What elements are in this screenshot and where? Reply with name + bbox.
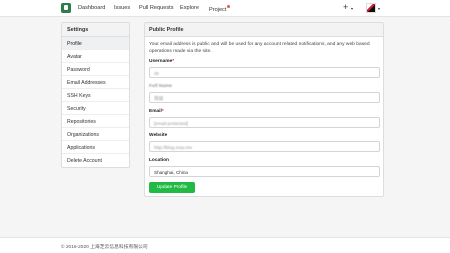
- fullname-label-text: Full Name: [149, 84, 172, 89]
- sidebar-item-avatar[interactable]: Avatar: [62, 50, 129, 63]
- sidebar-item-security[interactable]: Security: [62, 102, 129, 115]
- email-label: Email*: [149, 109, 164, 114]
- username-field[interactable]: zb: [149, 67, 380, 78]
- website-label: Website: [149, 133, 168, 138]
- public-profile-panel: Public Profile Your email address is pub…: [144, 22, 384, 197]
- footer: © 2016-2020 上海芝云信息科技有限公司: [0, 237, 450, 253]
- logo-icon[interactable]: [61, 3, 71, 13]
- email-field[interactable]: [email protected]: [149, 117, 380, 128]
- nav-project[interactable]: Project: [209, 5, 231, 13]
- sidebar-item-ssh-keys[interactable]: SSH Keys: [62, 89, 129, 102]
- create-plus-icon[interactable]: +: [343, 2, 348, 12]
- website-value: http://blog.zorp.me: [154, 145, 193, 150]
- fullname-field[interactable]: 周斌: [149, 92, 380, 103]
- email-required-mark: *: [161, 109, 164, 114]
- user-menu-caret-icon[interactable]: ▾: [378, 6, 380, 11]
- nav-dashboard[interactable]: Dashboard: [78, 5, 105, 11]
- update-profile-button[interactable]: Update Profile: [149, 182, 195, 193]
- email-label-text: Email: [149, 109, 162, 114]
- sidebar-item-delete-account[interactable]: Delete Account: [62, 154, 129, 167]
- location-label: Location: [149, 158, 169, 163]
- copyright-text: © 2016-2020 上海芝云信息科技有限公司: [61, 245, 148, 250]
- nav-issues[interactable]: Issues: [114, 5, 130, 11]
- required-mark: *: [172, 59, 175, 64]
- username-label-text: Username: [149, 59, 173, 64]
- sidebar-item-repositories[interactable]: Repositories: [62, 115, 129, 128]
- fullname-value: 周斌: [154, 96, 164, 101]
- nav-project-label: Project: [209, 7, 227, 13]
- create-caret-icon[interactable]: ▾: [351, 6, 353, 11]
- sidebar-item-applications[interactable]: Applications: [62, 141, 129, 154]
- username-label: Username*: [149, 59, 174, 64]
- location-field[interactable]: Shanghai, China: [149, 166, 380, 177]
- location-value: Shanghai, China: [154, 170, 188, 175]
- email-value: [email protected]: [154, 121, 188, 126]
- fullname-label: Full Name: [149, 84, 172, 89]
- sidebar-item-password[interactable]: Password: [62, 63, 129, 76]
- website-field[interactable]: http://blog.zorp.me: [149, 141, 380, 152]
- panel-heading: Public Profile: [145, 23, 383, 37]
- sidebar-item-profile[interactable]: Profile: [62, 37, 129, 50]
- profile-description: Your email address is public and will be…: [149, 42, 370, 54]
- nav-pull-requests[interactable]: Pull Requests: [139, 5, 174, 11]
- sidebar-item-email-addresses[interactable]: Email Addresses: [62, 76, 129, 89]
- user-avatar[interactable]: [366, 3, 376, 13]
- sidebar-item-organizations[interactable]: Organizations: [62, 128, 129, 141]
- nav-explore[interactable]: Explore: [180, 5, 199, 11]
- top-navbar: Dashboard Issues Pull Requests Explore P…: [0, 0, 450, 17]
- settings-sidebar: Settings Profile Avatar Password Email A…: [61, 22, 130, 168]
- sidebar-heading: Settings: [62, 23, 129, 37]
- notification-dot-icon: [227, 5, 231, 8]
- username-value: zb: [154, 71, 159, 76]
